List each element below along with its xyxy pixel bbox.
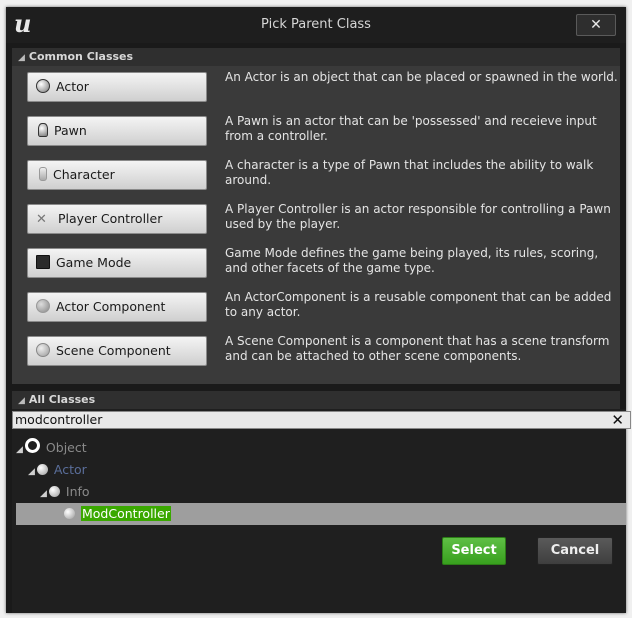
tree-item-object[interactable]: ◢ Object (16, 437, 87, 459)
player-controller-button-label: Player Controller (58, 211, 163, 226)
game-mode-button[interactable]: Game Mode (27, 248, 207, 278)
common-class-row-actor-component: Actor Component An ActorComponent is a r… (12, 286, 620, 330)
actor-button[interactable]: Actor (27, 72, 207, 102)
collapse-triangle-icon: ◢ (18, 53, 25, 63)
close-button[interactable]: ✕ (576, 14, 616, 36)
game-mode-description: Game Mode defines the game being played,… (225, 246, 599, 275)
common-class-row-character: Character A character is a type of Pawn … (12, 154, 620, 198)
player-controller-description: A Player Controller is an actor responsi… (225, 202, 611, 231)
game-mode-button-label: Game Mode (56, 255, 132, 270)
pawn-icon (38, 123, 48, 137)
tree-item-object-label: Object (45, 440, 87, 455)
scene-component-icon (36, 343, 50, 357)
character-description: A character is a type of Pawn that inclu… (225, 158, 594, 187)
all-classes-panel: modcontroller ✕ ◢ Object ◢ Actor ◢ Info Mod… (12, 409, 631, 613)
scene-component-button-label: Scene Component (56, 343, 171, 358)
common-class-row-player-controller: ✕ Player Controller A Player Controller i… (12, 198, 620, 242)
pawn-button-label: Pawn (54, 123, 87, 138)
cancel-button[interactable]: Cancel (537, 537, 613, 565)
player-controller-icon: ✕ (36, 212, 47, 227)
expand-arrow-icon[interactable]: ◢ (40, 489, 47, 499)
common-class-row-scene-component: Scene Component A Scene Component is a c… (12, 330, 620, 374)
common-class-row-game-mode: Game Mode Game Mode defines the game bei… (12, 242, 620, 286)
actor-class-icon (36, 464, 48, 475)
collapse-triangle-icon: ◢ (18, 396, 25, 406)
actor-component-button-label: Actor Component (56, 299, 166, 314)
actor-component-icon (36, 299, 50, 313)
object-class-icon (24, 438, 40, 453)
actor-description: An Actor is an object that can be placed… (225, 70, 618, 84)
common-classes-panel: Actor An Actor is an object that can be … (12, 66, 620, 384)
actor-button-label: Actor (56, 79, 89, 94)
character-icon (39, 167, 47, 181)
actor-component-button[interactable]: Actor Component (27, 292, 207, 322)
scene-component-description: A Scene Component is a component that ha… (225, 334, 610, 363)
tree-item-info-label: Info (65, 484, 90, 499)
common-class-row-pawn: Pawn A Pawn is an actor that can be 'pos… (12, 110, 620, 154)
all-classes-header[interactable]: ◢ All Classes (12, 391, 620, 409)
expand-arrow-icon[interactable]: ◢ (16, 445, 23, 455)
modcontroller-class-icon (64, 508, 75, 519)
class-search-input[interactable]: modcontroller ✕ (12, 411, 631, 429)
clear-search-icon[interactable]: ✕ (611, 411, 624, 429)
tree-item-info[interactable]: ◢ Info (40, 481, 90, 503)
search-value: modcontroller (15, 412, 103, 427)
dialog-title: Pick Parent Class (261, 17, 371, 32)
player-controller-button[interactable]: ✕ Player Controller (27, 204, 207, 234)
pawn-button[interactable]: Pawn (27, 116, 207, 146)
tree-item-actor-label: Actor (53, 462, 87, 477)
game-mode-icon (36, 255, 50, 269)
tree-item-modcontroller-label: ModController (81, 506, 171, 521)
title-bar: u Pick Parent Class ✕ (6, 7, 626, 43)
common-class-row-actor: Actor An Actor is an object that can be … (12, 66, 620, 110)
character-button-label: Character (53, 167, 115, 182)
select-button[interactable]: Select (442, 537, 506, 565)
actor-component-description: An ActorComponent is a reusable componen… (225, 290, 612, 319)
tree-item-modcontroller[interactable]: ModController (64, 503, 171, 525)
scene-component-button[interactable]: Scene Component (27, 336, 207, 366)
common-classes-header-label: Common Classes (28, 50, 134, 63)
all-classes-header-label: All Classes (28, 393, 96, 406)
tree-item-actor[interactable]: ◢ Actor (28, 459, 87, 481)
expand-arrow-icon[interactable]: ◢ (28, 467, 35, 477)
info-class-icon (48, 486, 60, 497)
actor-sphere-icon (36, 79, 50, 93)
pawn-description: A Pawn is an actor that can be 'possesse… (225, 114, 597, 143)
pick-parent-class-dialog: u Pick Parent Class ✕ ◢ Common Classes Ac… (6, 7, 631, 613)
character-button[interactable]: Character (27, 160, 207, 190)
common-classes-header[interactable]: ◢ Common Classes (12, 48, 620, 66)
